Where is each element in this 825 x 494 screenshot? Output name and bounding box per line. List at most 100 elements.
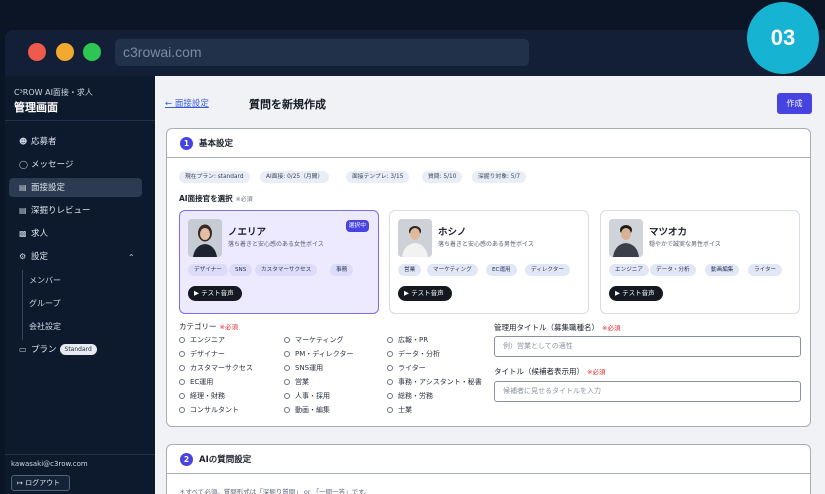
- category-radio[interactable]: 士業: [387, 405, 412, 415]
- test-voice-button[interactable]: ▶ テスト音声: [188, 286, 242, 301]
- radio-circle: [284, 393, 290, 399]
- role-tag: ディレクター: [525, 264, 570, 276]
- radio-circle: [284, 379, 290, 385]
- sidebar-item-interview-settings[interactable]: ▤ 面接設定: [9, 178, 142, 197]
- sidebar-item-plan[interactable]: ▭ プラン Standard: [9, 340, 142, 359]
- category-radio[interactable]: 動画・編集: [284, 405, 330, 415]
- create-button[interactable]: 作成: [777, 93, 812, 114]
- sidebar-item-messages[interactable]: ◯ メッセージ: [9, 155, 142, 174]
- close-window-button[interactable]: [28, 43, 46, 61]
- radio-circle: [387, 351, 393, 357]
- sidebar-subitem-groups[interactable]: グループ: [29, 298, 61, 309]
- category-radio[interactable]: 営業: [284, 377, 309, 387]
- radio-circle: [284, 351, 290, 357]
- admin-title-label: 管理用タイトル（募集職種名） ※必須: [494, 323, 621, 332]
- role-tag: カスタマーサクセス: [255, 264, 318, 276]
- radio-circle: [179, 407, 185, 413]
- sidebar-item-label: 面接設定: [31, 183, 66, 193]
- category-radio[interactable]: 事務・アシスタント・秘書: [387, 377, 482, 387]
- interviewer-card-matsuoka[interactable]: マツオカ 穏やかで誠実な男性ボイス エンジニア データ・分析 動画編集 ライター…: [600, 210, 800, 314]
- category-radio[interactable]: エンジニア: [179, 335, 225, 345]
- interviewer-description: 落ち着きと安心感のある女性ボイス: [228, 241, 324, 248]
- candidate-title-label: タイトル（候補者表示用） ※必須: [494, 367, 606, 376]
- test-voice-button[interactable]: ▶ テスト音声: [609, 286, 663, 301]
- category-radio[interactable]: 広報・PR: [387, 335, 428, 345]
- category-radio[interactable]: ライター: [387, 363, 426, 373]
- candidate-title-input[interactable]: 候補者に見せるタイトルを入力: [494, 381, 801, 402]
- role-tag: デザイナー: [188, 264, 228, 276]
- radio-circle: [284, 407, 290, 413]
- sidebar-item-settings[interactable]: ⚙ 設定: [9, 247, 142, 266]
- category-radio[interactable]: コンサルタント: [179, 405, 239, 415]
- main-content: ← 面接設定 質問を新規作成 作成 1 基本設定 現在プラン: standard…: [155, 76, 825, 494]
- category-radio[interactable]: データ・分析: [387, 349, 440, 359]
- panel-header: 1 基本設定: [167, 129, 810, 158]
- sidebar-item-jobs[interactable]: ▩ 求人: [9, 224, 142, 243]
- radio-circle: [387, 379, 393, 385]
- sidebar-item-deep-review[interactable]: ▤ 深掘りレビュー: [9, 201, 142, 220]
- admin-title-input[interactable]: 例）営業としての適性: [494, 336, 801, 357]
- role-tag: EC運用: [486, 264, 517, 276]
- category-label: カテゴリー ※必須: [179, 322, 238, 331]
- basic-settings-panel: 1 基本設定 現在プラン: standard AI面接: 0/25（月間） 面接…: [166, 128, 811, 427]
- category-radio[interactable]: マーケティング: [284, 335, 343, 345]
- category-radio[interactable]: デザイナー: [179, 349, 225, 359]
- user-email: kawasaki@c3row.com: [11, 460, 88, 468]
- category-radio[interactable]: カスタマーサクセス: [179, 363, 253, 373]
- radio-circle: [179, 337, 185, 343]
- radio-circle: [284, 365, 290, 371]
- sidebar-item-applicants[interactable]: ☻ 応募者: [9, 132, 142, 151]
- clipboard-icon: ▤: [19, 206, 27, 215]
- category-radio[interactable]: PM・ディレクター: [284, 349, 354, 359]
- radio-circle: [387, 393, 393, 399]
- role-tag: 営業: [398, 264, 422, 276]
- usage-chip: 深掘り対象: 5/7: [472, 171, 527, 183]
- radio-circle: [387, 365, 393, 371]
- interviewer-description: 穏やかで誠実な男性ボイス: [649, 241, 721, 248]
- section-title: AIの質問設定: [199, 455, 252, 465]
- category-radio[interactable]: SNS運用: [284, 363, 323, 373]
- submenu-guide-line: [22, 270, 23, 340]
- role-tag: マーケティング: [427, 264, 478, 276]
- interviewer-select-label: AI面接官を選択 ※必須: [179, 194, 253, 203]
- category-radio[interactable]: 人事・採用: [284, 391, 330, 401]
- category-radio[interactable]: 経理・財務: [179, 391, 225, 401]
- interviewer-name: ノエリア: [228, 227, 267, 238]
- address-bar[interactable]: c3rowai.com: [115, 39, 529, 66]
- section-number: 1: [180, 137, 193, 150]
- chevron-up-icon[interactable]: ⌃: [128, 253, 135, 262]
- sidebar-item-label: メッセージ: [31, 160, 74, 170]
- interviewer-card-hoshino[interactable]: ホシノ 落ち着きと安心感のある男性ボイス 営業 マーケティング EC運用 ディレ…: [389, 210, 589, 314]
- divider: [5, 454, 155, 455]
- screen-top-band: [0, 0, 825, 30]
- test-voice-button[interactable]: ▶ テスト音声: [398, 286, 452, 301]
- usage-chip: 現在プラン: standard: [179, 171, 250, 183]
- card-icon: ▭: [19, 345, 27, 354]
- briefcase-icon: ▩: [19, 229, 27, 238]
- step-badge: 03: [747, 2, 819, 74]
- minimize-window-button[interactable]: [56, 43, 74, 61]
- sidebar-subitem-members[interactable]: メンバー: [29, 275, 61, 286]
- interviewer-name: マツオカ: [649, 227, 688, 238]
- sidebar-subitem-company[interactable]: 会社設定: [29, 321, 61, 332]
- category-radio[interactable]: 総務・労務: [387, 391, 433, 401]
- role-tag: データ・分析: [650, 264, 696, 276]
- usage-chip: 質問: 5/10: [422, 171, 463, 183]
- radio-circle: [284, 337, 290, 343]
- plan-badge: Standard: [59, 344, 97, 355]
- sidebar-item-label: プラン: [31, 345, 57, 355]
- gear-icon: ⚙: [19, 252, 27, 261]
- breadcrumb-back-link[interactable]: ← 面接設定: [165, 97, 209, 109]
- avatar: [398, 219, 432, 257]
- interviewer-description: 落ち着きと安心感のある男性ボイス: [438, 241, 534, 248]
- usage-chip: 面接テンプレ: 3/15: [346, 171, 410, 183]
- category-radio[interactable]: EC運用: [179, 377, 213, 387]
- page-title: 質問を新規作成: [249, 98, 326, 111]
- logout-button[interactable]: ↦ ログアウト: [11, 475, 70, 491]
- users-icon: ☻: [19, 137, 28, 146]
- radio-circle: [179, 393, 185, 399]
- interviewer-card-noeria[interactable]: ノエリア 落ち着きと安心感のある女性ボイス 選択中 デザイナー SNS カスタマ…: [179, 210, 379, 314]
- role-tag: 動画編集: [705, 264, 740, 276]
- usage-chip: AI面接: 0/25（月間）: [260, 171, 330, 183]
- maximize-window-button[interactable]: [83, 43, 101, 61]
